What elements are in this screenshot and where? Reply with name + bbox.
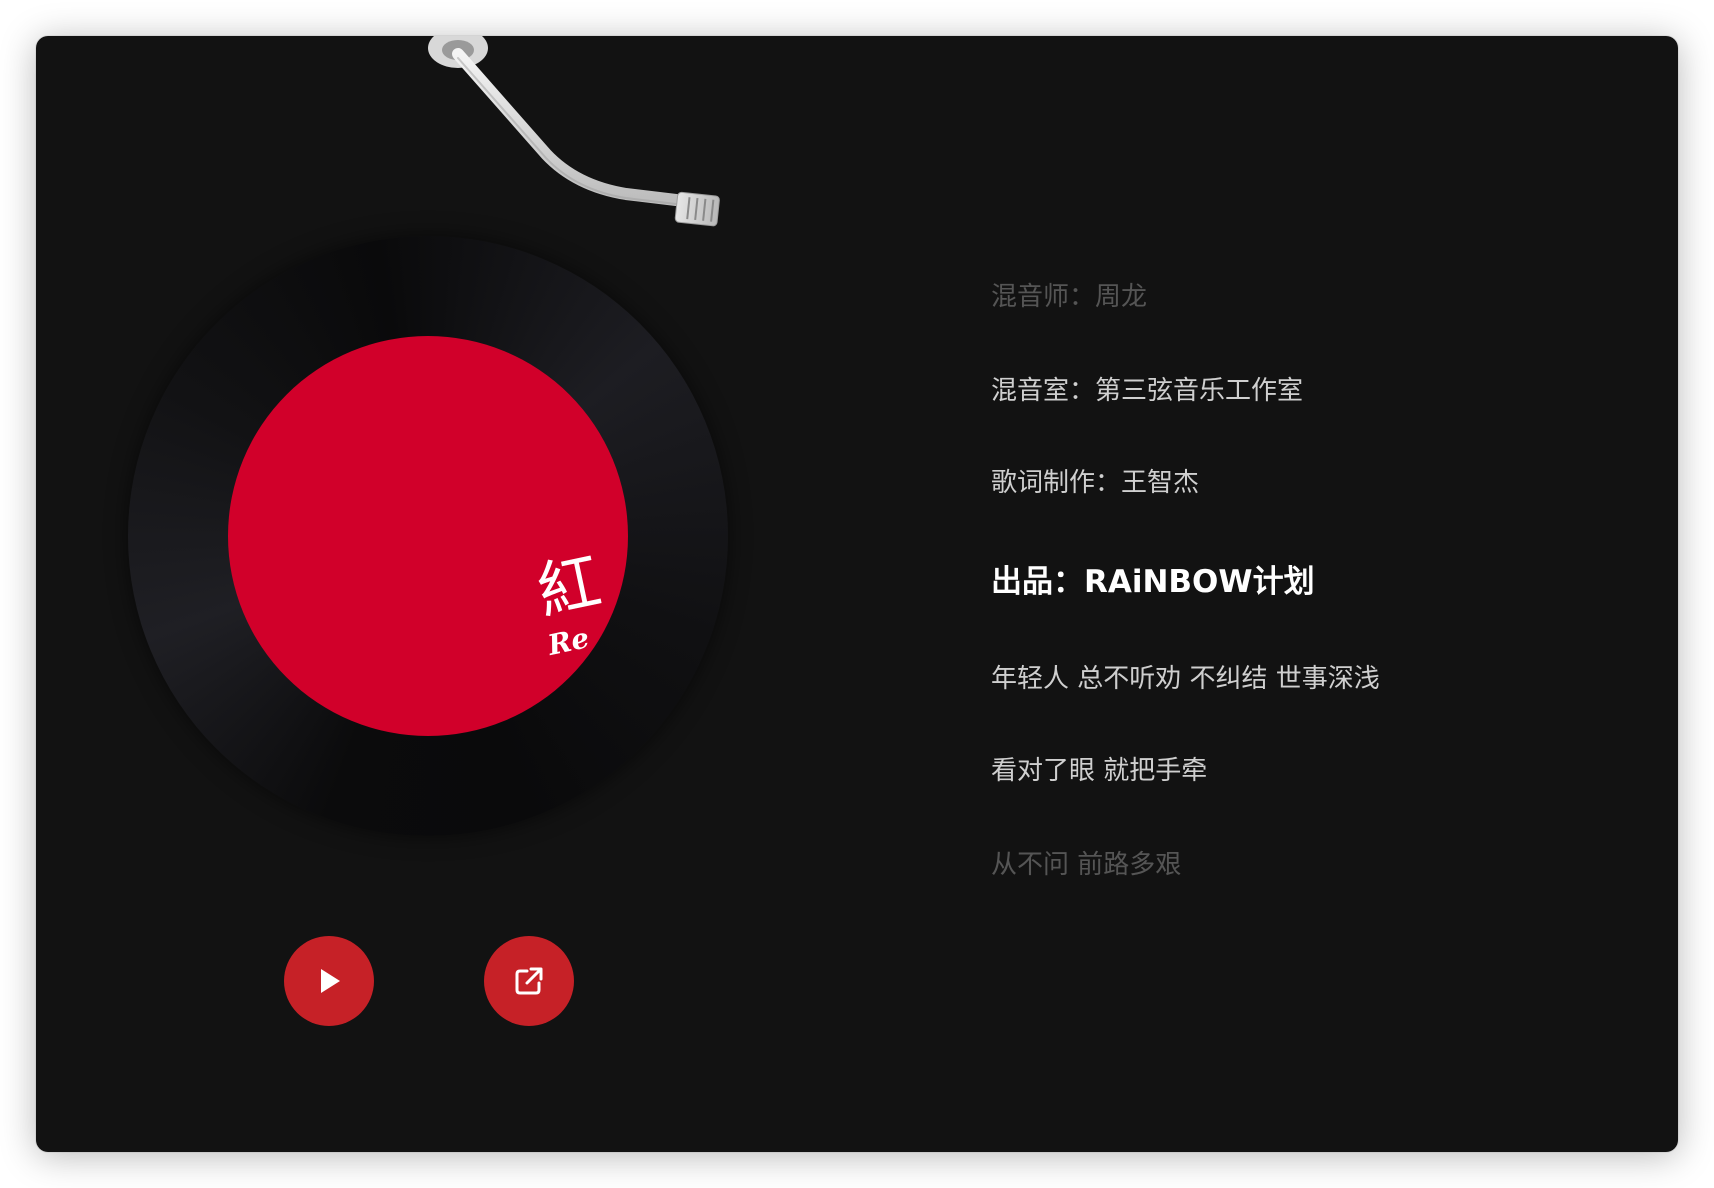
- lyric-line: 年轻人 总不听劝 不纠结 世事深浅: [991, 664, 1380, 694]
- lyric-line-current: 出品：RAiNBOW计划: [991, 564, 1315, 600]
- lyric-line: 歌词制作：王智杰: [991, 468, 1200, 498]
- record-label: 紅 Re: [228, 336, 628, 736]
- share-button[interactable]: [484, 936, 574, 1026]
- lyric-line: 看对了眼 就把手牵: [991, 756, 1208, 786]
- play-icon: [321, 969, 340, 993]
- lyric-line: 从不问 前路多艰: [991, 850, 1182, 880]
- play-button[interactable]: [284, 936, 374, 1026]
- lyric-line: 混音师：周龙: [991, 282, 1148, 312]
- tonearm: [428, 36, 720, 227]
- vinyl-record: 紅 Re: [128, 236, 728, 836]
- album-title-glyph: 紅: [530, 544, 607, 629]
- lyric-line: 混音室：第三弦音乐工作室: [991, 376, 1304, 406]
- external-link-icon: [515, 967, 543, 995]
- album-subtitle: Re: [544, 621, 592, 662]
- music-player-window: 紅 Re 混音师：周龙 混音室：第三弦音乐工作室 歌词制作：王智杰 出品：RAi…: [36, 36, 1678, 1152]
